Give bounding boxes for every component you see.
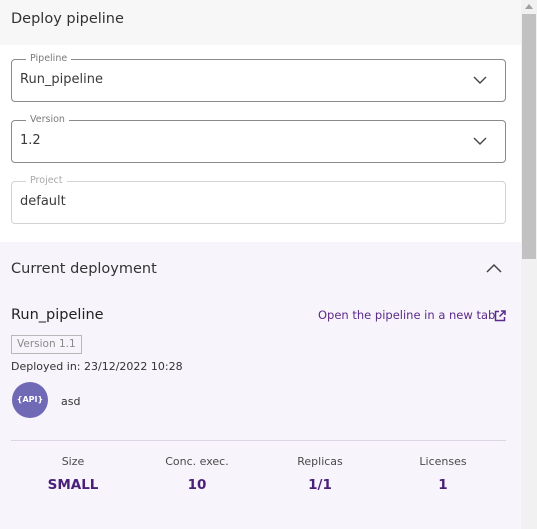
open-pipeline-link[interactable]: Open the pipeline in a new tab <box>318 308 495 322</box>
version-select-value: 1.2 <box>20 133 41 148</box>
vertical-scrollbar[interactable] <box>521 0 537 529</box>
deployed-in-text: Deployed in: 23/12/2022 10:28 <box>11 360 183 373</box>
stat-licenses: Licenses 1 <box>398 455 488 493</box>
stat-size: Size SMALL <box>28 455 118 493</box>
stat-conc-exec-label: Conc. exec. <box>165 455 229 468</box>
chevron-up-icon[interactable] <box>484 261 504 275</box>
stat-replicas-value: 1/1 <box>308 477 332 493</box>
project-field-label: Project <box>26 175 67 187</box>
stat-conc-exec-value: 10 <box>187 477 207 493</box>
scrollbar-thumb[interactable] <box>522 14 536 259</box>
api-avatar-label: asd <box>61 395 81 408</box>
project-field: Project default <box>11 175 506 224</box>
pipeline-select-value: Run_pipeline <box>20 72 104 87</box>
api-avatar: {API} <box>12 382 48 418</box>
current-deployment-section: Current deployment Run_pipeline Open the… <box>0 242 521 529</box>
current-deployment-title: Current deployment <box>11 261 157 277</box>
version-select-label: Version <box>26 114 69 126</box>
stat-size-value: SMALL <box>47 477 99 493</box>
stat-conc-exec: Conc. exec. 10 <box>152 455 242 493</box>
stat-licenses-label: Licenses <box>419 455 467 468</box>
chevron-down-icon[interactable] <box>473 136 487 146</box>
stat-licenses-value: 1 <box>438 477 448 493</box>
panel-title: Deploy pipeline <box>11 11 124 27</box>
version-select[interactable]: Version 1.2 <box>11 114 506 163</box>
pipeline-select-label: Pipeline <box>26 53 72 65</box>
chevron-down-icon[interactable] <box>473 75 487 85</box>
stat-size-label: Size <box>61 455 85 468</box>
stat-replicas-label: Replicas <box>297 455 343 468</box>
panel-header: Deploy pipeline <box>0 0 521 45</box>
version-chip: Version 1.1 <box>11 335 82 354</box>
deployed-pipeline-name: Run_pipeline <box>11 307 104 323</box>
pipeline-select[interactable]: Pipeline Run_pipeline <box>11 53 506 102</box>
deploy-pipeline-panel: Deploy pipeline Pipeline Run_pipeline Ve… <box>0 0 521 529</box>
project-field-value: default <box>20 194 66 209</box>
stat-replicas: Replicas 1/1 <box>275 455 365 493</box>
external-link-icon[interactable] <box>494 310 506 322</box>
scroll-up-arrow-icon[interactable] <box>525 4 533 9</box>
section-divider <box>11 440 506 441</box>
